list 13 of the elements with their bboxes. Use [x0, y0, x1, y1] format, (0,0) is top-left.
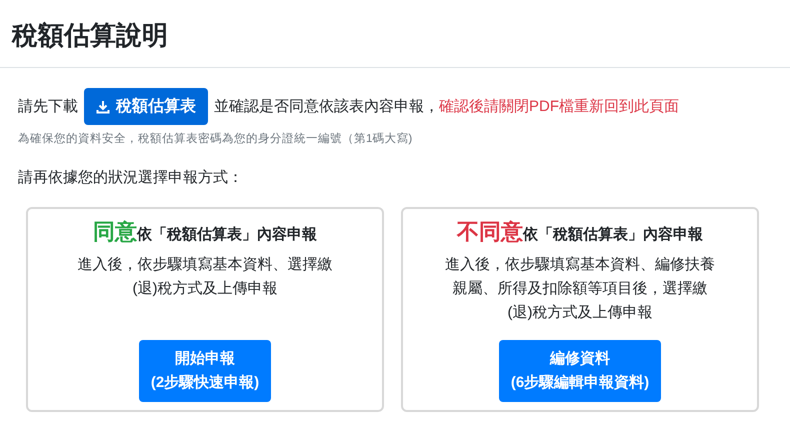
action-button[interactable]: 編修資料 (6步驟編輯申報資料): [498, 340, 662, 402]
instruction-text: 請先下載: [18, 97, 78, 116]
download-button[interactable]: 稅額估算表: [84, 88, 208, 125]
page-title: 稅額估算說明: [0, 0, 790, 68]
password-note: 為確保您的資料安全，稅額估算表密碼為您的身分證統一編號（第1碼大寫): [18, 131, 414, 146]
card-description: 進入後，依步驟填寫基本資料、編修扶養 親屬、所得及扣除額等項目後，選擇繳 (退)稅方式及上傳申報: [445, 255, 715, 323]
prompt-text: 請再依據您的狀況選擇申報方式：: [18, 168, 244, 187]
action-button[interactable]: 開始申報 (2步驟快速申報): [138, 340, 272, 402]
instruction-text: 並確認是否同意依該表內容申報，確認後請關閉PDF檔重新回到此頁面: [214, 97, 679, 116]
card-heading: 不同意依「稅額估算表」內容申報: [457, 218, 703, 246]
card-description: 進入後，依步驟填寫基本資料、選擇繳 (退)稅方式及上傳申報: [78, 255, 332, 299]
card-heading: 同意依「稅額估算表」內容申報: [93, 218, 317, 246]
download-icon: [96, 100, 110, 114]
